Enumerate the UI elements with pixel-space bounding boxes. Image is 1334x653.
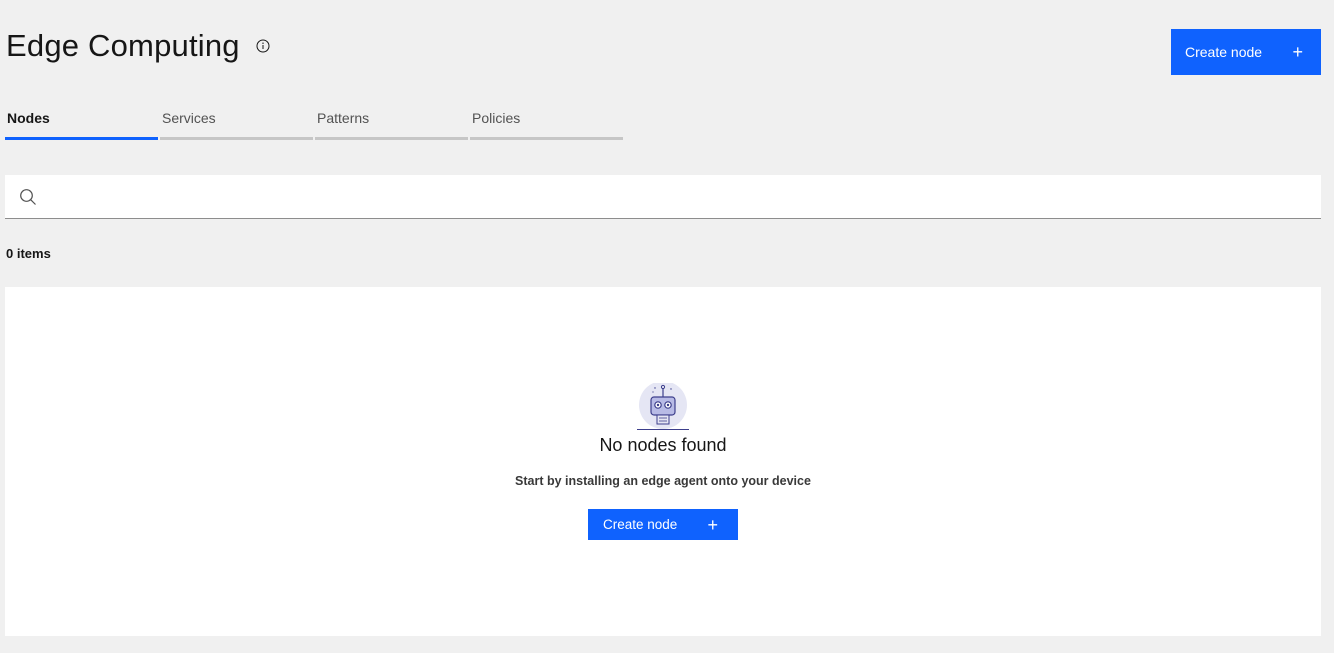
empty-state-create-node-button[interactable]: Create node + bbox=[588, 509, 738, 540]
search-bar bbox=[5, 174, 1321, 219]
tab-patterns[interactable]: Patterns bbox=[315, 100, 468, 140]
empty-state-description: Start by installing an edge agent onto y… bbox=[515, 474, 811, 488]
tab-nodes[interactable]: Nodes bbox=[5, 100, 158, 140]
create-node-label: Create node bbox=[1185, 44, 1263, 60]
tab-services[interactable]: Services bbox=[160, 100, 313, 140]
create-node-button[interactable]: Create node + bbox=[1171, 29, 1321, 75]
search-input[interactable] bbox=[37, 174, 1321, 219]
tab-policies[interactable]: Policies bbox=[470, 100, 623, 140]
search-icon bbox=[20, 188, 36, 205]
empty-state-panel: No nodes found Start by installing an ed… bbox=[5, 287, 1321, 636]
empty-state-title: No nodes found bbox=[599, 435, 727, 455]
plus-icon: + bbox=[1292, 42, 1303, 62]
item-count: 0 items bbox=[6, 246, 51, 261]
info-icon[interactable] bbox=[256, 39, 270, 53]
robot-icon bbox=[637, 383, 689, 430]
plus-icon: + bbox=[707, 514, 718, 535]
tab-list: Nodes Services Patterns Policies bbox=[5, 100, 625, 140]
page-title-text: Edge Computing bbox=[6, 28, 240, 63]
empty-state-create-node-label: Create node bbox=[603, 517, 678, 532]
empty-state: No nodes found Start by installing an ed… bbox=[5, 383, 1321, 540]
page-title: Edge Computing bbox=[6, 28, 270, 64]
